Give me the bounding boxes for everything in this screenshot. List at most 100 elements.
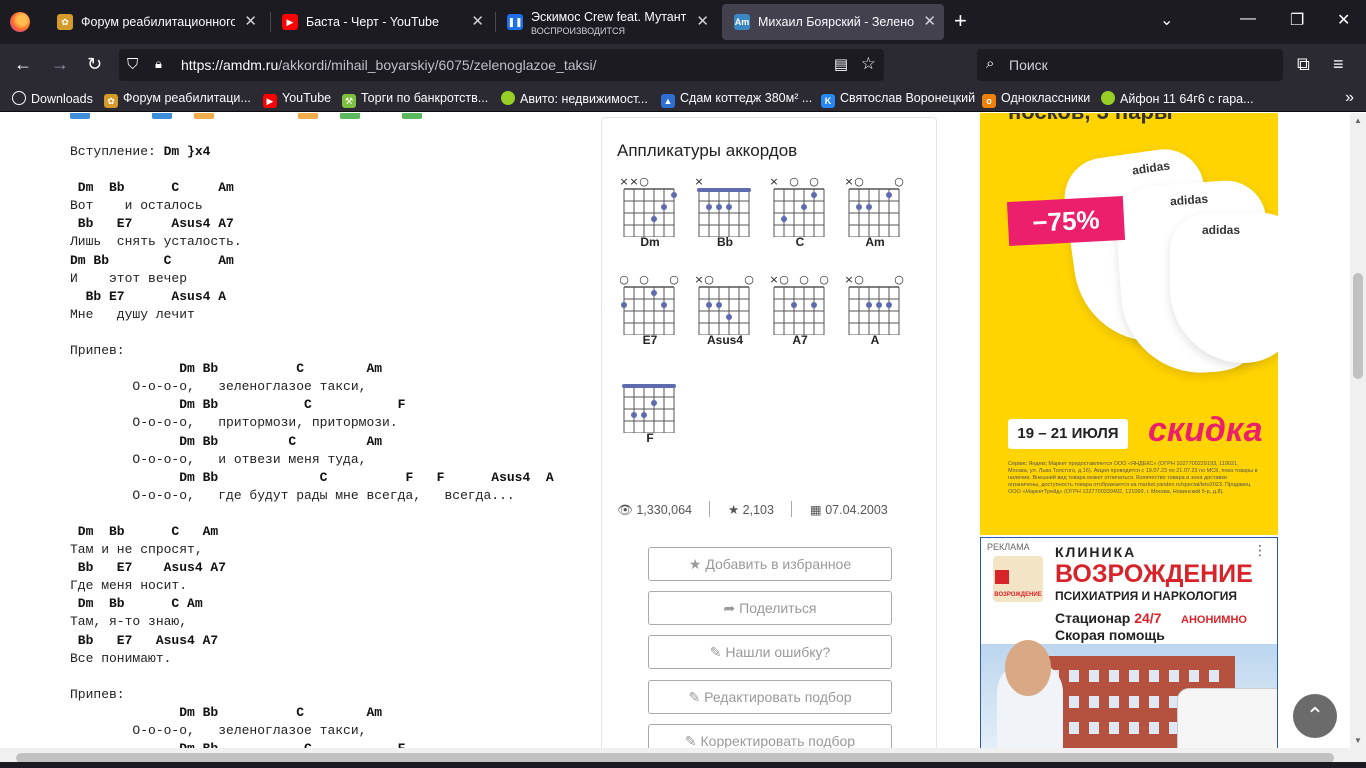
finger-dot xyxy=(866,302,872,308)
chord-text[interactable]: Dm Bb C Am xyxy=(70,434,382,449)
tab-title-text: Эскимос Crew feat. Мутант Ко xyxy=(531,10,687,24)
lyric-text: О-о-о-о, притормози, притормози. xyxy=(70,415,398,431)
chord-text[interactable]: Dm Bb C Am xyxy=(70,705,382,720)
close-tab-icon[interactable]: ✕ xyxy=(244,4,257,40)
control-button[interactable] xyxy=(70,113,90,119)
restore-icon[interactable]: ❐ xyxy=(1290,10,1304,30)
finger-dot xyxy=(726,204,732,210)
chord-line: Dm Bb C F xyxy=(70,396,590,414)
ad-options-icon[interactable]: ⋮ xyxy=(1253,542,1267,559)
tab-music-playing[interactable]: ❚❚ Эскимос Crew feat. Мутант Ко ВОСПРОИЗ… xyxy=(495,4,717,40)
open-string-mark: ○ xyxy=(639,273,649,286)
scroll-to-top-button[interactable]: ⌃ xyxy=(1293,694,1337,738)
correct-arrangement-button[interactable]: ✎ Корректировать подбор xyxy=(648,724,892,748)
chord-diagram-e7[interactable]: ○ ○ ○ E7 xyxy=(619,273,690,363)
lock-icon[interactable]: 🔒︎ xyxy=(155,56,162,72)
chord-diagram-c[interactable]: × ○ ○ C xyxy=(769,175,840,265)
bookmark-youtube[interactable]: ▶ YouTube xyxy=(263,91,331,108)
bookmark-cottage[interactable]: ▲ Сдам коттедж 380м² ... xyxy=(661,91,812,108)
open-string-mark: ○ xyxy=(894,273,904,286)
scroll-up-arrow-icon[interactable]: ▲ xyxy=(1354,116,1362,125)
bookmark-ok[interactable]: о Одноклассники xyxy=(982,91,1090,108)
chord-text[interactable]: Bb E7 Asus4 A xyxy=(70,289,226,304)
chord-text[interactable]: Dm Bb C Am xyxy=(70,596,203,611)
finger-dot xyxy=(621,302,627,308)
chord-diagram-am[interactable]: × ○ ○ Am xyxy=(844,175,915,265)
bookmark-vk[interactable]: K Святослав Воронецкий xyxy=(821,91,975,108)
more-bookmarks-icon[interactable]: » xyxy=(1345,89,1354,107)
lyric-line: Там, я-то знаю, xyxy=(70,613,590,631)
chord-text[interactable]: Dm Bb C Am xyxy=(70,253,234,268)
lyric-line: Припев: xyxy=(70,686,590,704)
reader-view-icon[interactable]: ▤ xyxy=(834,55,848,73)
scroll-down-arrow-icon[interactable]: ▼ xyxy=(1354,736,1362,745)
vertical-scrollbar[interactable]: ▲ ▼ xyxy=(1350,113,1366,748)
close-tab-icon[interactable]: ✕ xyxy=(471,4,484,40)
lyric-line xyxy=(70,161,590,179)
bookmark-star-icon[interactable]: ☆ xyxy=(861,54,876,74)
search-bar[interactable]: ⌕ Поиск xyxy=(977,49,1283,81)
close-window-icon[interactable]: ✕ xyxy=(1337,10,1350,30)
chord-diagram-a[interactable]: × ○ ○ A xyxy=(844,273,915,363)
control-button[interactable] xyxy=(340,113,360,119)
edit-icon: ✎ xyxy=(709,644,722,660)
chord-text[interactable]: Dm }x4 xyxy=(164,144,211,159)
chord-diagram-bb[interactable]: × Bb xyxy=(694,175,765,265)
ad-banner-socks[interactable]: носков, 3 пары adidas adidas adidas −75%… xyxy=(980,113,1278,535)
chord-text[interactable]: Bb E7 Asus4 A7 xyxy=(70,216,234,231)
chord-text[interactable]: Dm Bb C F xyxy=(70,397,405,412)
firefox-menu-icon[interactable] xyxy=(10,12,30,32)
horizontal-scrollbar[interactable] xyxy=(0,748,1366,768)
back-icon[interactable]: ← xyxy=(14,54,32,74)
tab-forum[interactable]: ✿ Форум реабилитационного це ✕ xyxy=(45,4,265,40)
chord-diagram-dm[interactable]: × × ○ Dm xyxy=(619,175,690,265)
chord-text[interactable]: Dm Bb C F xyxy=(70,741,405,748)
minimize-icon[interactable]: — xyxy=(1240,10,1256,28)
bookmark-torgi[interactable]: ⚒ Торги по банкротств... xyxy=(342,91,488,108)
new-tab-icon[interactable]: + xyxy=(954,10,967,32)
bookmark-downloads[interactable]: Downloads xyxy=(12,91,93,106)
control-button[interactable] xyxy=(298,113,318,119)
tab-active-amdm[interactable]: Am Михаил Боярский - Зеленогл ✕ xyxy=(722,4,944,40)
control-button[interactable] xyxy=(402,113,422,119)
app-menu-icon[interactable]: ≡ xyxy=(1333,54,1344,74)
list-all-tabs-icon[interactable]: ⌄ xyxy=(1160,10,1173,30)
add-to-favorites-button[interactable]: ★ Добавить в избранное xyxy=(648,547,892,581)
control-button[interactable] xyxy=(152,113,172,119)
open-string-mark: ○ xyxy=(669,273,679,286)
chord-text[interactable]: Dm Bb C F F Asus4 A xyxy=(70,470,553,485)
forward-icon[interactable]: → xyxy=(51,54,69,74)
tab-youtube[interactable]: ▶ Баста - Черт - YouTube ✕ xyxy=(270,4,492,40)
extensions-icon[interactable]: ⧉ xyxy=(1297,54,1310,74)
close-tab-icon[interactable]: ✕ xyxy=(923,4,936,40)
chord-text[interactable]: Dm Bb C Am xyxy=(70,361,382,376)
chord-text[interactable]: Bb E7 Asus4 A7 xyxy=(70,560,226,575)
bookmark-forum[interactable]: ✿ Форум реабилитаци... xyxy=(104,91,251,108)
chord-diagram-f[interactable]: F xyxy=(620,371,690,461)
open-string-mark: ○ xyxy=(744,273,754,286)
bookmark-iphone[interactable]: Айфон 11 64г6 с гара... xyxy=(1101,91,1254,106)
chord-text[interactable]: Dm Bb C Am xyxy=(70,180,234,195)
chord-text[interactable]: Bb E7 Asus4 A7 xyxy=(70,633,218,648)
reload-icon[interactable]: ↻ xyxy=(87,54,102,74)
chord-diagram-asus4[interactable]: × ○ ○ Asus4 xyxy=(694,273,765,363)
report-error-button[interactable]: ✎ Нашли ошибку? xyxy=(648,635,892,669)
edit-arrangement-button[interactable]: ✎ Редактировать подбор xyxy=(648,680,892,714)
open-string-mark: ○ xyxy=(620,273,629,286)
tracking-shield-icon[interactable]: ⛉ xyxy=(127,56,138,73)
ad-banner-clinic[interactable]: РЕКЛАМА ⋮ ВОЗРОЖДЕНИЕ КЛИНИКА ВОЗРОЖДЕНИ… xyxy=(980,537,1278,748)
url-text[interactable]: https://amdm.ru/akkordi/mihail_boyarskiy… xyxy=(181,57,597,73)
pause-icon[interactable]: ❚❚ xyxy=(507,14,523,30)
chord-diagram-a7[interactable]: × ○ ○ ○ A7 xyxy=(769,273,840,363)
control-button[interactable] xyxy=(194,113,214,119)
muted-string-mark: × xyxy=(845,273,854,286)
close-tab-icon[interactable]: ✕ xyxy=(696,4,709,40)
amdm-favicon-icon: Am xyxy=(734,14,750,30)
url-bar[interactable]: ⛉ 🔒︎ https://amdm.ru/akkordi/mihail_boya… xyxy=(119,49,884,81)
bookmark-avito[interactable]: Авито: недвижимост... xyxy=(501,91,648,106)
share-button[interactable]: ➦ Поделиться xyxy=(648,591,892,625)
scrollbar-thumb[interactable] xyxy=(1353,273,1363,379)
chord-text[interactable]: Dm Bb C Am xyxy=(70,524,218,539)
discount-badge: −75% xyxy=(1006,195,1126,247)
chord-line: Dm Bb C Am xyxy=(70,523,590,541)
